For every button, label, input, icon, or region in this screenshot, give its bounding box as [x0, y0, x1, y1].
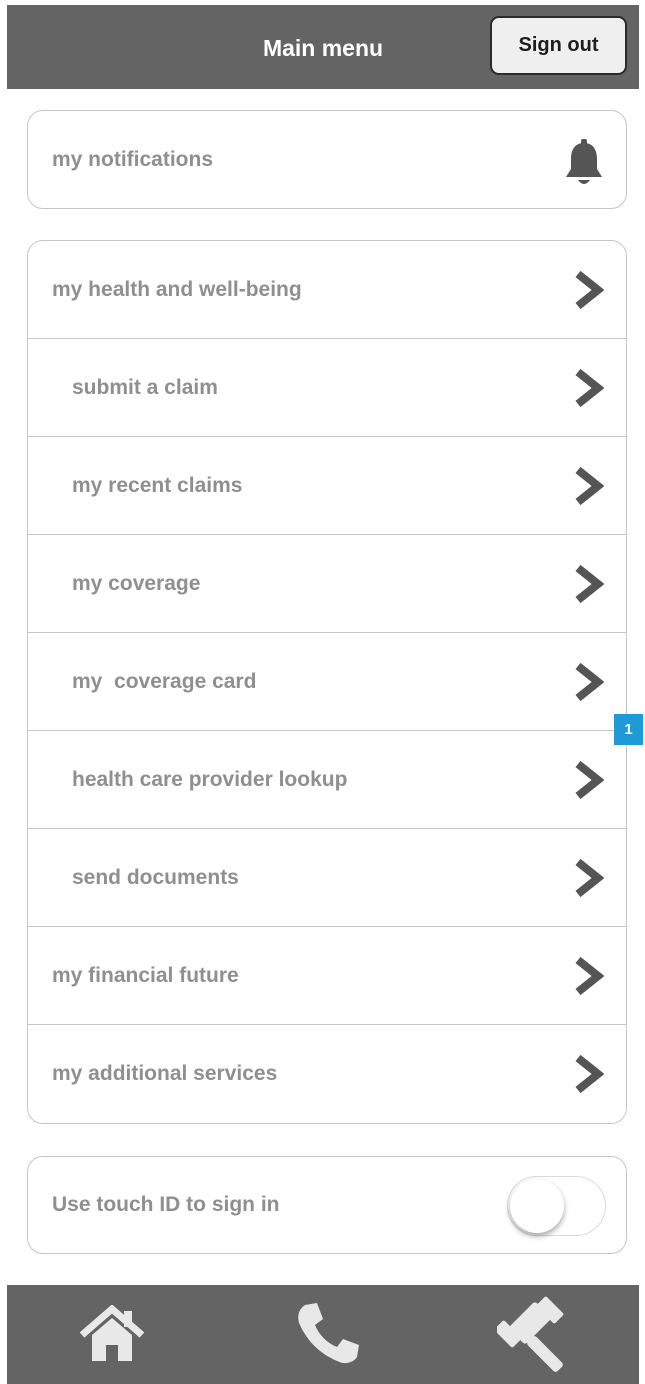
- touch-id-toggle[interactable]: [507, 1176, 606, 1236]
- menu-item-coverage-card[interactable]: my coverage card: [28, 633, 626, 731]
- menu-item-additional-services[interactable]: my additional services: [28, 1025, 626, 1123]
- menu-item-recent-claims[interactable]: my recent claims: [28, 437, 626, 535]
- menu-item-label: my additional services: [52, 1062, 278, 1085]
- menu-list: my health and well-being submit a claim …: [27, 240, 627, 1124]
- menu-item-send-documents[interactable]: send documents: [28, 829, 626, 927]
- chevron-right-icon: [575, 1054, 604, 1094]
- menu-item-provider-lookup[interactable]: health care provider lookup: [28, 731, 626, 829]
- menu-item-label: my health and well-being: [52, 277, 302, 301]
- chevron-right-icon: [575, 760, 604, 799]
- chevron-right-icon: [575, 466, 604, 505]
- menu-item-submit-a-claim[interactable]: submit a claim: [28, 339, 626, 437]
- menu-item-label: health care provider lookup: [72, 767, 348, 791]
- menu-item-label: send documents: [72, 865, 239, 889]
- notifications-card[interactable]: my notifications: [27, 110, 627, 209]
- home-icon[interactable]: [80, 1305, 144, 1363]
- notifications-label: my notifications: [52, 147, 214, 171]
- chevron-right-icon: [575, 368, 604, 407]
- chevron-right-icon: [575, 270, 604, 309]
- menu-item-label: my coverage: [72, 571, 201, 595]
- annotation-badge: 1: [614, 714, 643, 745]
- menu-item-label: my financial future: [52, 963, 239, 987]
- chevron-right-icon: [575, 858, 604, 897]
- top-bar: Main menu Sign out: [7, 5, 639, 89]
- phone-icon[interactable]: [297, 1303, 359, 1365]
- main-menu-screen: Main menu Sign out my notifications my h…: [0, 0, 645, 1384]
- menu-item-financial-future[interactable]: my financial future: [28, 927, 626, 1025]
- chevron-right-icon: [575, 956, 604, 995]
- touch-id-card: Use touch ID to sign in: [27, 1156, 627, 1254]
- touch-id-label: Use touch ID to sign in: [52, 1193, 280, 1216]
- menu-item-label: my coverage card: [72, 669, 257, 693]
- bell-icon: [566, 139, 602, 184]
- gavel-icon[interactable]: [497, 1295, 579, 1375]
- chevron-right-icon: [575, 564, 604, 603]
- menu-item-health-and-well-being[interactable]: my health and well-being: [28, 241, 626, 339]
- menu-item-coverage[interactable]: my coverage: [28, 535, 626, 633]
- toggle-knob: [510, 1179, 564, 1233]
- sign-out-button[interactable]: Sign out: [490, 16, 627, 75]
- menu-item-label: submit a claim: [72, 375, 218, 399]
- menu-item-label: my recent claims: [72, 473, 243, 497]
- bottom-nav-bar: [7, 1285, 639, 1384]
- chevron-right-icon: [575, 662, 604, 701]
